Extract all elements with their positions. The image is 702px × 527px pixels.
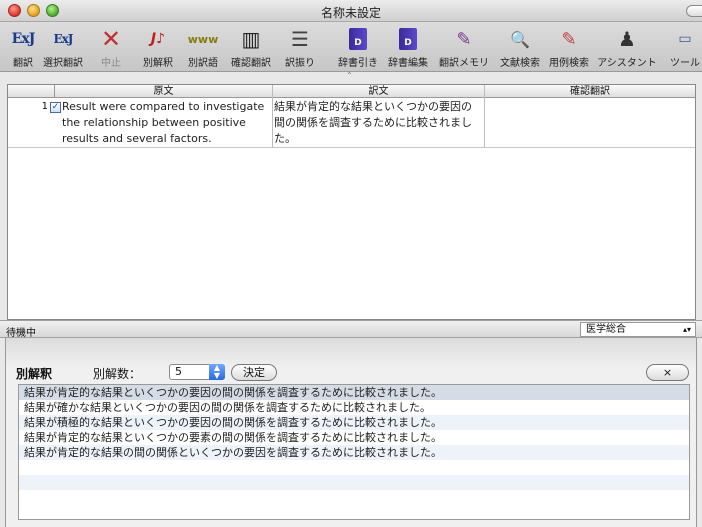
literature-search-button[interactable]: 🔍 文献検索 [496, 26, 544, 70]
collapse-handle-icon[interactable]: ⌃ [346, 71, 353, 80]
stop-x-icon: ✕ [100, 25, 122, 53]
list-item-empty [19, 490, 689, 505]
lines-icon: ☰ [291, 27, 309, 51]
count-select[interactable]: 5 ▲ ▼ [169, 364, 225, 380]
target-line: 結果が肯定的な結果といくつかの要因の [274, 100, 472, 113]
count-value: 5 [175, 365, 182, 378]
dictionary-select[interactable]: 医学総合 ▴▾ [580, 322, 696, 337]
alternatives-list: 結果が肯定的な結果といくつかの要因の間の関係を調査するために比較されました。 結… [18, 384, 690, 520]
stop-label: 中止 [101, 58, 121, 69]
status-bar: 待機中 医学総合 ▴▾ [0, 320, 702, 339]
dictionary-edit-icon: D [399, 28, 417, 50]
alt-interpretation-button[interactable]: J♪ 別解釈 [137, 26, 179, 69]
translation-memory-icon: ✎ [456, 28, 472, 50]
stepper-arrows-icon[interactable]: ▲ ▼ [209, 364, 225, 380]
tool-icon: ▭ [678, 31, 692, 47]
list-item[interactable]: 結果が肯定的な結果の間の関係といくつかの要因を調査するために比較されました。 [19, 445, 689, 460]
select-translate-button[interactable]: ExJ 選択翻訳 [39, 26, 87, 69]
column-divider [484, 85, 485, 148]
table-row[interactable]: 1 ✓ Result were compared to investigate … [8, 85, 695, 148]
dictionary-edit-button[interactable]: D 辞書編集 [385, 26, 431, 69]
count-label: 別解数： [93, 367, 142, 381]
alt-words-label: 別訳語 [188, 58, 218, 69]
dictionary-lookup-button[interactable]: D 辞書引き [335, 26, 381, 69]
alt-interpretation-icon: J♪ [150, 31, 166, 47]
list-item[interactable]: 結果が積極的な結果といくつかの要因の間の関係を調査するために比較されました。 [19, 415, 689, 430]
select-translate-label: 選択翻訳 [43, 58, 83, 69]
translate-button[interactable]: ExJ 翻訳 [6, 26, 40, 69]
confirm-button[interactable]: 決定 [231, 364, 277, 381]
confirm-translate-label: 確認翻訳 [231, 58, 271, 69]
exj-translate-icon: ExJ [11, 31, 36, 47]
example-search-label: 用例検索 [549, 58, 589, 69]
source-line: the relationship between positive [62, 116, 246, 129]
example-search-button[interactable]: ✎ 用例検索 [545, 26, 593, 70]
dictionary-select-value: 医学総合 [586, 324, 626, 335]
updown-arrows-icon: ▴▾ [682, 325, 691, 334]
toolbar-toggle-button[interactable] [686, 5, 702, 17]
alt-interpretation-drawer: 別解釈 別解数： 5 ▲ ▼ 決定 × 結果が肯定的な結果といくつかの要因の間の関… [5, 338, 697, 527]
header-number-column [8, 85, 55, 98]
table-header: 原文 訳文 確認翻訳 [8, 85, 695, 98]
assistant-label: アシスタント [597, 58, 657, 69]
header-confirm[interactable]: 確認翻訳 [485, 85, 695, 98]
translation-memory-button[interactable]: ✎ 翻訳メモリ [436, 26, 492, 70]
example-search-icon: ✎ [561, 28, 577, 50]
alt-interpretation-label: 別解釈 [143, 58, 173, 69]
drawer-title: 別解釈 [16, 367, 53, 381]
translation-memory-label: 翻訳メモリ [439, 58, 489, 69]
alt-words-button[interactable]: www 別訳語 [181, 26, 225, 70]
row-checkbox[interactable]: ✓ [50, 102, 61, 113]
source-text[interactable]: Result were compared to investigate the … [62, 99, 272, 147]
confirm-translate-button[interactable]: ▥ 確認翻訳 [228, 26, 274, 69]
title-bar: 名称未設定 [0, 0, 702, 22]
header-source[interactable]: 原文 [55, 85, 273, 98]
interlinear-button[interactable]: ☰ 訳振り [277, 26, 323, 69]
assistant-icon: ♟ [618, 27, 636, 51]
list-item[interactable]: 結果が確かな結果といくつかの要因の間の関係を調査するために比較されました。 [19, 400, 689, 415]
toolbar: ExJ 翻訳 ExJ 選択翻訳 ✕ 中止 J♪ 別解釈 www 別訳語 ▥ 確認… [0, 22, 702, 72]
exj-select-translate-icon: ExJ [53, 32, 74, 46]
target-text[interactable]: 結果が肯定的な結果といくつかの要因の 間の関係を調査するために比較されまし た。 [274, 99, 484, 147]
list-item[interactable]: 結果が肯定的な結果といくつかの要因の間の関係を調査するために比較されました。 [19, 385, 689, 400]
tool-button[interactable]: ▭ ツール [668, 26, 702, 69]
literature-search-label: 文献検索 [500, 58, 540, 69]
row-number: 1 [41, 101, 48, 112]
dictionary-icon: D [349, 28, 367, 50]
magnifier-icon: 🔍 [510, 29, 530, 49]
dictionary-lookup-label: 辞書引き [338, 58, 378, 69]
source-line: results and several factors. [62, 132, 212, 145]
alt-words-icon: www [187, 32, 219, 46]
tool-label: ツール [670, 58, 700, 69]
window-title: 名称未設定 [320, 6, 381, 20]
translation-table: 原文 訳文 確認翻訳 1 ✓ Result were compared to i… [7, 84, 696, 320]
stop-button[interactable]: ✕ 中止 [96, 26, 126, 69]
columns-icon: ▥ [241, 27, 261, 51]
translate-label: 翻訳 [13, 58, 33, 69]
column-divider [272, 85, 273, 148]
list-item[interactable]: 結果が肯定的な結果といくつかの要素の間の関係を調査するために比較されました。 [19, 430, 689, 445]
target-line: 間の関係を調査するために比較されまし [274, 116, 472, 129]
source-line: Result were compared to investigate [62, 100, 265, 113]
list-item-empty [19, 460, 689, 475]
interlinear-label: 訳振り [285, 58, 315, 69]
header-target[interactable]: 訳文 [273, 85, 485, 98]
close-drawer-button[interactable]: × [646, 364, 689, 381]
dictionary-edit-label: 辞書編集 [388, 58, 428, 69]
status-text: 待機中 [6, 328, 36, 339]
list-item-empty [19, 475, 689, 490]
assistant-button[interactable]: ♟ アシスタント [594, 26, 660, 69]
target-line: た。 [274, 132, 296, 145]
